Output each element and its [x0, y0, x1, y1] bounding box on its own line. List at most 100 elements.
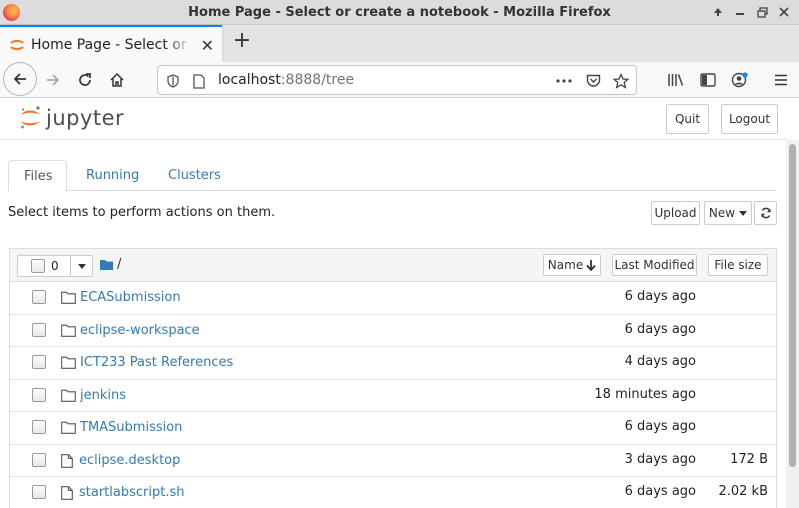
shield-icon[interactable] — [164, 72, 182, 90]
back-button[interactable] — [3, 62, 37, 96]
row-checkbox[interactable] — [32, 355, 46, 369]
select-caret-icon[interactable] — [78, 264, 86, 269]
file-list-header: 0 / Name Last Modified File size — [10, 249, 776, 282]
file-list: 0 / Name Last Modified File size ECASubm… — [9, 248, 777, 508]
item-name-link[interactable]: ECASubmission — [80, 290, 181, 305]
sidebar-icon — [700, 73, 716, 87]
new-tab-button[interactable]: + — [231, 30, 253, 53]
browser-navbar: localhost:8888/tree — [0, 62, 799, 98]
item-name-link[interactable]: ICT233 Past References — [80, 355, 233, 370]
select-all-group[interactable]: 0 — [17, 255, 93, 277]
folder-icon — [61, 389, 77, 402]
column-name-label: Name — [547, 258, 584, 272]
url-bar[interactable]: localhost:8888/tree — [157, 65, 637, 95]
library-button[interactable] — [660, 64, 692, 96]
window-titlebar: Home Page - Select or create a notebook … — [0, 0, 799, 25]
reload-icon — [79, 73, 91, 86]
item-name-link[interactable]: jenkins — [80, 388, 126, 403]
refresh-button[interactable] — [754, 201, 777, 225]
row-checkbox[interactable] — [32, 485, 46, 499]
quit-button[interactable]: Quit — [666, 104, 709, 134]
folder-icon — [61, 291, 77, 304]
sort-name-button[interactable]: Name — [543, 254, 601, 276]
file-list-row[interactable]: startlabscript.sh 6 days ago 2.02 kB — [10, 477, 776, 508]
bookmark-star-icon[interactable] — [612, 72, 630, 90]
forward-button[interactable] — [37, 64, 69, 96]
reload-button[interactable] — [69, 64, 101, 96]
upload-button[interactable]: Upload — [651, 201, 700, 225]
home-icon — [110, 72, 124, 87]
folder-icon — [61, 356, 77, 369]
folder-icon — [61, 421, 77, 434]
file-list-row[interactable]: TMASubmission 6 days ago — [10, 412, 776, 445]
window-restore-button[interactable] — [753, 3, 771, 21]
tab-clusters[interactable]: Clusters — [153, 160, 236, 191]
item-name-link[interactable]: startlabscript.sh — [79, 485, 184, 500]
forward-arrow-icon — [47, 74, 60, 86]
file-list-row[interactable]: ICT233 Past References 4 days ago — [10, 347, 776, 380]
item-modified: 4 days ago — [624, 354, 696, 369]
pocket-icon[interactable] — [584, 72, 602, 90]
arrow-down-icon — [586, 259, 596, 271]
file-icon — [61, 486, 77, 500]
row-checkbox[interactable] — [32, 420, 46, 434]
page-actions-icon[interactable] — [555, 72, 573, 90]
logout-button[interactable]: Logout — [721, 104, 778, 134]
scrollbar-thumb[interactable] — [789, 144, 796, 467]
window-minimize-button[interactable] — [731, 3, 749, 21]
back-arrow-icon — [13, 73, 26, 85]
jupyter-logo-text: jupyter — [46, 106, 125, 130]
item-size: 172 B — [730, 451, 768, 467]
window-close-button[interactable] — [775, 3, 793, 21]
file-list-row[interactable]: eclipse-workspace 6 days ago — [10, 315, 776, 347]
url-path: :8888/tree — [280, 72, 355, 88]
file-list-row[interactable]: eclipse.desktop 3 days ago 172 B — [10, 445, 776, 477]
item-name-link[interactable]: TMASubmission — [80, 420, 182, 435]
row-checkbox[interactable] — [32, 322, 46, 337]
selected-count: 0 — [51, 259, 59, 273]
row-checkbox[interactable] — [32, 290, 46, 304]
file-list-row[interactable]: jenkins 18 minutes ago — [10, 380, 776, 412]
account-button[interactable] — [724, 64, 756, 96]
page-info-icon[interactable] — [190, 72, 208, 90]
browser-tab[interactable]: Home Page - Select or create a notebook … — [0, 25, 222, 62]
row-checkbox[interactable] — [32, 387, 46, 402]
item-modified: 6 days ago — [624, 321, 696, 337]
browser-tabbar: Home Page - Select or create a notebook … — [0, 25, 799, 62]
sidebar-button[interactable] — [692, 64, 724, 96]
refresh-icon — [760, 207, 771, 219]
home-button[interactable] — [101, 64, 133, 96]
page-scrollbar[interactable] — [786, 140, 799, 508]
file-icon — [61, 453, 77, 468]
item-modified: 6 days ago — [624, 484, 696, 499]
select-all-checkbox[interactable] — [31, 259, 45, 273]
new-button-label: New — [708, 206, 736, 220]
sort-last-modified-button[interactable]: Last Modified — [612, 254, 697, 276]
menu-button[interactable] — [765, 64, 797, 96]
breadcrumb[interactable]: / — [117, 257, 121, 272]
account-icon — [731, 72, 748, 88]
item-name-link[interactable]: eclipse.desktop — [79, 453, 180, 468]
tab-files[interactable]: Files — [8, 160, 67, 192]
row-checkbox[interactable] — [32, 452, 46, 467]
new-dropdown-button[interactable]: New — [704, 201, 752, 225]
tab-close-icon[interactable]: ✕ — [201, 36, 214, 55]
sort-file-size-button[interactable]: File size — [708, 254, 768, 276]
browser-tab-title: Home Page - Select or create a notebook — [31, 36, 191, 53]
item-modified: 18 minutes ago — [594, 386, 696, 402]
jupyter-logo-icon — [21, 106, 40, 129]
item-modified: 6 days ago — [624, 419, 696, 434]
window-up-icon[interactable] — [709, 3, 727, 21]
window-title: Home Page - Select or create a notebook … — [188, 5, 611, 20]
dashboard-tabs: Files Running Clusters — [8, 160, 776, 192]
jupyter-logo[interactable]: jupyter — [19, 105, 124, 131]
selection-hint: Select items to perform actions on them. — [8, 205, 276, 220]
tab-running[interactable]: Running — [71, 160, 154, 191]
item-name-link[interactable]: eclipse-workspace — [80, 323, 200, 338]
library-icon — [668, 74, 684, 86]
url-text[interactable]: localhost:8888/tree — [218, 72, 354, 88]
item-modified: 6 days ago — [624, 289, 696, 304]
item-modified: 3 days ago — [624, 451, 696, 467]
file-list-row[interactable]: ECASubmission 6 days ago — [10, 282, 776, 315]
folder-icon — [61, 324, 77, 337]
